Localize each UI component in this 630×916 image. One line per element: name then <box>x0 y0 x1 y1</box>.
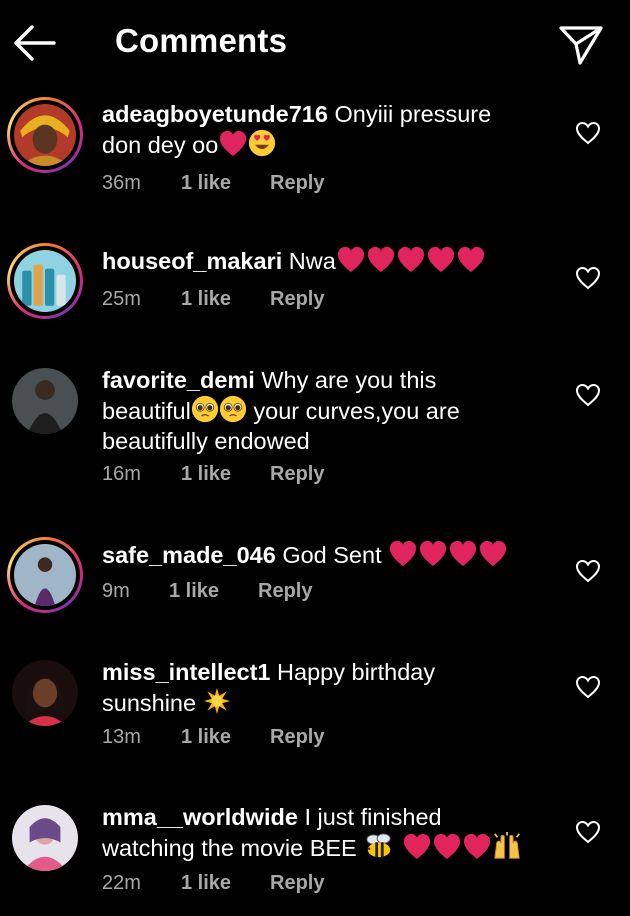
comment-username[interactable]: safe_made_046 <box>102 542 276 568</box>
reply-button[interactable]: Reply <box>270 872 324 895</box>
like-heart-icon[interactable] <box>575 121 601 145</box>
comment-item: miss_intellect1 Happy birthday sunshine … <box>0 655 630 755</box>
avatar[interactable] <box>7 800 83 876</box>
red-heart-icon <box>432 832 462 860</box>
comment-item: safe_made_046 God Sent 9m 1 like Reply <box>0 537 630 627</box>
pleading-face-icon <box>191 395 219 423</box>
header-bar: Comments <box>0 0 630 88</box>
heart-eyes-icon <box>248 129 276 157</box>
like-heart-icon[interactable] <box>575 820 601 844</box>
avatar[interactable] <box>7 97 83 173</box>
like-count[interactable]: 1 like <box>169 580 258 603</box>
comment-username[interactable]: mma__worldwide <box>102 804 298 830</box>
comment-text: safe_made_046 God Sent <box>102 539 542 570</box>
red-heart-icon <box>448 539 478 567</box>
comment-item: houseof_makari Nwa 25m 1 like Reply <box>0 243 630 333</box>
comment-item: favorite_demi Why are you this beautiful… <box>0 363 630 493</box>
red-heart-icon <box>478 539 508 567</box>
comment-time: 16m <box>102 463 141 485</box>
red-heart-icon <box>418 539 448 567</box>
comment-username[interactable]: favorite_demi <box>102 367 255 393</box>
comment-meta: 36m 1 like Reply <box>102 172 324 195</box>
like-count[interactable]: 1 like <box>181 872 270 895</box>
comment-text: mma__worldwide I just finished watching … <box>102 802 542 863</box>
comment-meta: 13m 1 like Reply <box>102 726 324 749</box>
comment-time: 25m <box>102 288 141 310</box>
comment-meta: 25m 1 like Reply <box>102 288 324 311</box>
comment-username[interactable]: miss_intellect1 <box>102 659 271 685</box>
arrow-left-icon[interactable] <box>10 20 58 66</box>
comment-meta: 22m 1 like Reply <box>102 872 324 895</box>
comment-username[interactable]: adeagboyetunde716 <box>102 101 328 127</box>
comment-text: favorite_demi Why are you this beautiful… <box>102 367 460 454</box>
like-heart-icon[interactable] <box>575 266 601 290</box>
like-heart-icon[interactable] <box>575 559 601 583</box>
sun-icon <box>203 687 231 715</box>
reply-button[interactable]: Reply <box>258 580 312 603</box>
comment-text: houseof_makari Nwa <box>102 245 542 276</box>
comment-time: 36m <box>102 172 141 194</box>
red-heart-icon <box>396 245 426 273</box>
comment-item: adeagboyetunde716 Onyiii pressure don de… <box>0 97 630 207</box>
comment-meta: 9m 1 like Reply <box>102 580 312 603</box>
red-heart-icon <box>336 245 366 273</box>
reply-button[interactable]: Reply <box>270 726 324 749</box>
like-count[interactable]: 1 like <box>181 463 270 486</box>
bee-icon <box>363 832 395 860</box>
comment-time: 22m <box>102 872 141 894</box>
comment-text: adeagboyetunde716 Onyiii pressure don de… <box>102 101 492 158</box>
comment-meta: 16m 1 like Reply <box>102 463 324 486</box>
like-count[interactable]: 1 like <box>181 288 270 311</box>
comment-text: miss_intellect1 Happy birthday sunshine <box>102 659 436 716</box>
avatar[interactable] <box>7 655 83 731</box>
reply-button[interactable]: Reply <box>270 172 324 195</box>
red-heart-icon <box>366 245 396 273</box>
avatar[interactable] <box>7 363 83 439</box>
like-count[interactable]: 1 like <box>181 726 270 749</box>
reply-button[interactable]: Reply <box>270 288 324 311</box>
paper-plane-icon[interactable] <box>556 22 606 68</box>
avatar[interactable] <box>7 243 83 319</box>
like-heart-icon[interactable] <box>575 675 601 699</box>
red-heart-icon <box>402 832 432 860</box>
pleading-face-icon <box>219 395 247 423</box>
page-title: Comments <box>115 22 288 59</box>
like-count[interactable]: 1 like <box>181 172 270 195</box>
raised-hands-icon <box>492 832 522 860</box>
reply-button[interactable]: Reply <box>270 463 324 486</box>
avatar[interactable] <box>7 537 83 613</box>
comment-item: mma__worldwide I just finished watching … <box>0 800 630 910</box>
comment-time: 13m <box>102 726 141 748</box>
red-heart-icon <box>462 832 492 860</box>
like-heart-icon[interactable] <box>575 383 601 407</box>
comment-time: 9m <box>102 580 130 602</box>
red-heart-icon <box>426 245 456 273</box>
comment-username[interactable]: houseof_makari <box>102 248 282 274</box>
red-heart-icon <box>218 129 248 157</box>
red-heart-icon <box>388 539 418 567</box>
red-heart-icon <box>456 245 486 273</box>
